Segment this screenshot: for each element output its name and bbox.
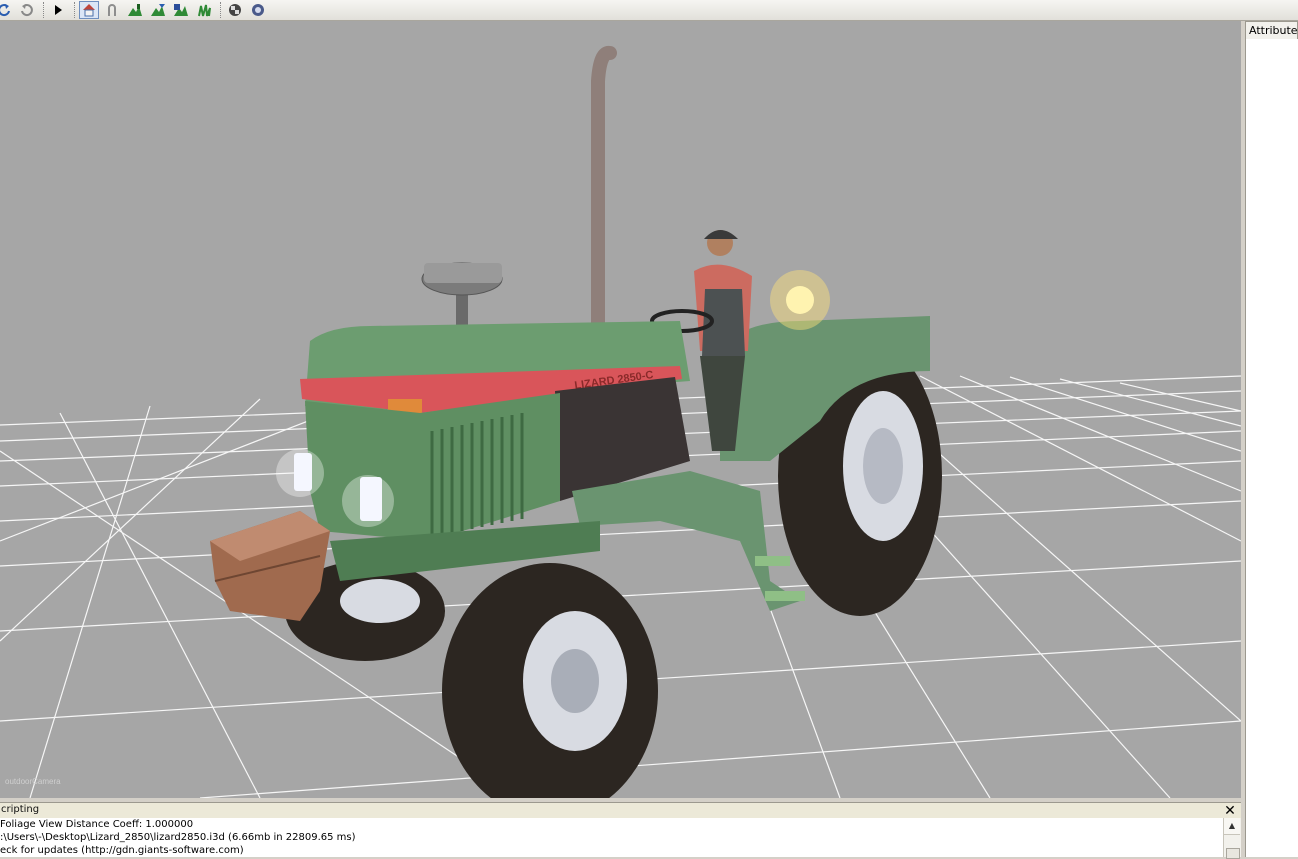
console-output[interactable]: Foliage View Distance Coeff: 1.000000 :\… [0, 818, 1223, 857]
checker-icon[interactable] [225, 1, 245, 19]
attributes-tab[interactable]: Attributes [1245, 21, 1298, 39]
console-header: cripting ✕ [0, 802, 1241, 819]
terrain-save-icon[interactable] [171, 1, 191, 19]
close-icon[interactable]: ✕ [1222, 803, 1238, 819]
attributes-panel [1245, 39, 1298, 857]
home-icon[interactable] [79, 1, 99, 19]
console-title: cripting [1, 804, 40, 815]
play-icon[interactable] [48, 1, 68, 19]
console-scrollbar[interactable]: ▲ [1223, 818, 1241, 859]
exhaust-pipe [591, 45, 617, 338]
console-line: eck for updates (http://gdn.giants-softw… [0, 845, 244, 856]
3d-viewport[interactable]: LIZARD 2850-C outdoorCamera [0, 21, 1241, 798]
redo-icon[interactable] [0, 1, 14, 19]
undo-icon[interactable] [17, 1, 37, 19]
scroll-up-icon[interactable]: ▲ [1224, 818, 1240, 835]
main-toolbar [0, 0, 1298, 21]
scroll-thumb[interactable] [1226, 848, 1240, 859]
terrain-tool-icon[interactable] [125, 1, 145, 19]
scene-render: LIZARD 2850-C [0, 45, 1241, 798]
camera-tool-icon[interactable] [248, 1, 268, 19]
air-filter [424, 263, 502, 283]
terrain-paint-icon[interactable] [148, 1, 168, 19]
toolbar-separator [43, 2, 45, 18]
foliage-tool-icon[interactable] [194, 1, 214, 19]
toolbar-separator [74, 2, 76, 18]
toolbar-separator [220, 2, 222, 18]
magnet-icon[interactable] [102, 1, 122, 19]
toolbar-group-history [0, 0, 271, 20]
console-line: :\Users\-\Desktop\Lizard_2850\lizard2850… [0, 832, 356, 843]
console-line: Foliage View Distance Coeff: 1.000000 [0, 819, 194, 830]
camera-name-label: outdoorCamera [5, 777, 61, 786]
front-wheel-near [442, 563, 658, 798]
work-light [786, 286, 814, 314]
